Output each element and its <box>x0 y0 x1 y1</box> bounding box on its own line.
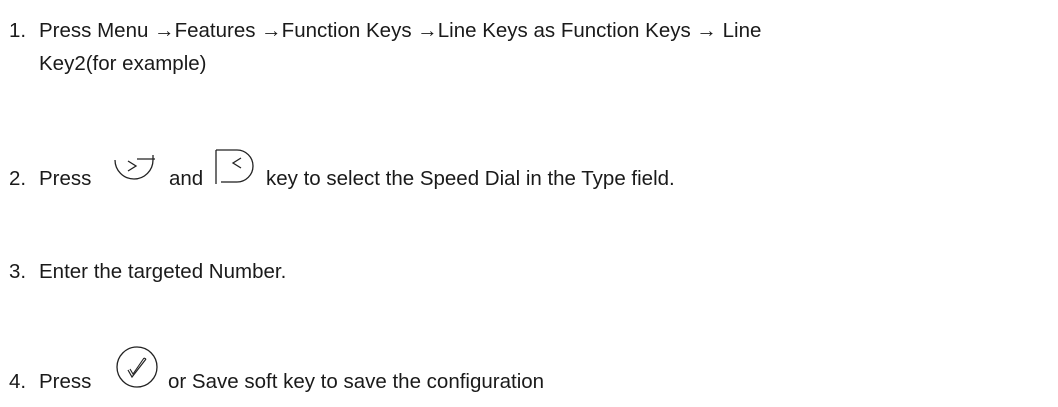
step-number: 3. <box>9 260 27 283</box>
left-arrow-key-icon <box>213 148 259 188</box>
step-number: 1. <box>9 19 27 42</box>
step-4: 4. Press <box>9 365 91 398</box>
step-text-press: Press <box>39 370 92 393</box>
step-number: 2. <box>9 167 27 190</box>
step-text-and: and <box>169 167 204 190</box>
step-text-press: Press <box>39 167 92 190</box>
step-text: Key2(for example) <box>39 52 207 75</box>
step-2-rest: key to select the Speed Dial in the Type… <box>266 162 675 195</box>
right-arrow-key-icon <box>111 154 157 188</box>
step-number: 4. <box>9 370 27 393</box>
step-text: Press Menu →Features →Function Keys →Lin… <box>39 19 762 42</box>
step-1-continuation: Key2(for example) <box>39 47 206 80</box>
step-4-rest: or Save soft key to save the configurati… <box>168 365 544 398</box>
ok-key-icon <box>114 344 162 392</box>
step-2-and: and <box>169 162 203 195</box>
step-text-rest: or Save soft key to save the configurati… <box>168 370 545 393</box>
step-text: Enter the targeted Number. <box>39 260 287 283</box>
step-1: 1. Press Menu →Features →Function Keys →L… <box>9 14 761 47</box>
step-2: 2. Press <box>9 162 91 195</box>
step-3: 3. Enter the targeted Number. <box>9 255 286 288</box>
step-text-rest: key to select the Speed Dial in the Type… <box>266 167 675 190</box>
